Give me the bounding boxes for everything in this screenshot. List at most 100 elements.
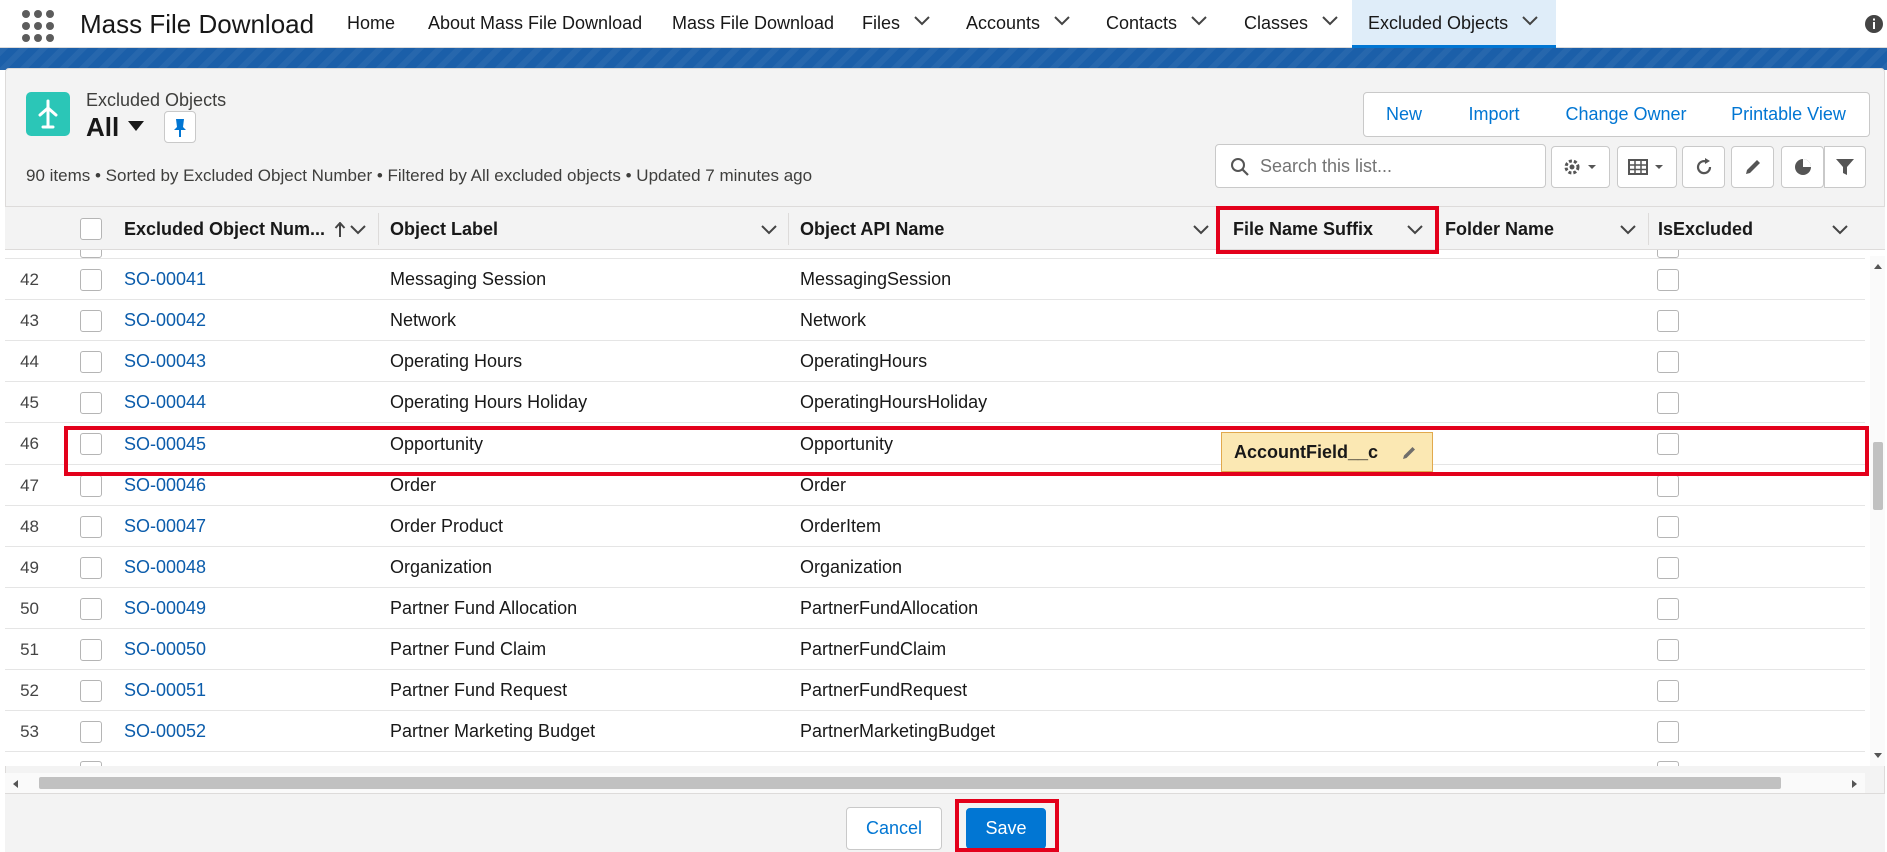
- table-row[interactable]: 44 SO-00043 Operating Hours OperatingHou…: [5, 341, 1865, 382]
- nav-files[interactable]: Files: [862, 0, 930, 48]
- table-row[interactable]: 47 SO-00046 Order Order: [5, 465, 1865, 506]
- record-link[interactable]: SO-00043: [124, 341, 206, 382]
- record-link[interactable]: SO-00044: [124, 382, 206, 423]
- table-row[interactable]: 50 SO-00049 Partner Fund Allocation Part…: [5, 588, 1865, 629]
- isexcluded-checkbox[interactable]: [1657, 433, 1679, 455]
- chevron-down-icon[interactable]: [1322, 16, 1338, 26]
- chevron-down-icon[interactable]: [1193, 225, 1209, 235]
- row-checkbox[interactable]: [80, 680, 102, 702]
- filter-button[interactable]: [1824, 146, 1866, 188]
- app-launcher-icon[interactable]: [20, 8, 54, 42]
- isexcluded-checkbox[interactable]: [1657, 475, 1679, 497]
- caret-down-icon[interactable]: [128, 121, 144, 131]
- table-row[interactable]: 45 SO-00044 Operating Hours Holiday Oper…: [5, 382, 1865, 423]
- printable-view-button[interactable]: Printable View: [1708, 92, 1870, 137]
- isexcluded-checkbox[interactable]: [1657, 269, 1679, 291]
- chevron-down-icon[interactable]: [1522, 16, 1538, 26]
- row-checkbox[interactable]: [80, 310, 102, 332]
- refresh-button[interactable]: [1682, 146, 1725, 188]
- isexcluded-checkbox[interactable]: [1657, 721, 1679, 743]
- row-checkbox[interactable]: [80, 351, 102, 373]
- chevron-down-icon[interactable]: [761, 225, 777, 235]
- isexcluded-checkbox[interactable]: [1657, 351, 1679, 373]
- scroll-down-icon[interactable]: [1873, 752, 1883, 760]
- table-row[interactable]: 42 SO-00041 Messaging Session MessagingS…: [5, 259, 1865, 300]
- chevron-down-icon[interactable]: [914, 16, 930, 26]
- list-view-name[interactable]: All: [86, 112, 119, 143]
- header-file-name-suffix[interactable]: File Name Suffix: [1233, 207, 1373, 251]
- horizontal-scroll-thumb[interactable]: [39, 777, 1781, 789]
- record-link[interactable]: SO-00052: [124, 711, 206, 752]
- table-row[interactable]: 48 SO-00047 Order Product OrderItem: [5, 506, 1865, 547]
- display-as-button[interactable]: [1617, 146, 1677, 188]
- nav-about[interactable]: About Mass File Download: [428, 0, 642, 48]
- row-checkbox[interactable]: [80, 475, 102, 497]
- table-row[interactable]: 52 SO-00051 Partner Fund Request Partner…: [5, 670, 1865, 711]
- isexcluded-checkbox[interactable]: [1657, 680, 1679, 702]
- table-row-editing[interactable]: 46 SO-00045 Opportunity Opportunity: [5, 423, 1865, 465]
- change-owner-button[interactable]: Change Owner: [1544, 92, 1709, 137]
- row-checkbox[interactable]: [80, 639, 102, 661]
- nav-accounts[interactable]: Accounts: [966, 0, 1070, 48]
- list-settings-button[interactable]: [1551, 146, 1610, 188]
- nav-excluded-objects[interactable]: Excluded Objects: [1352, 0, 1556, 48]
- file-name-suffix-edit-cell[interactable]: AccountField__c: [1221, 432, 1433, 472]
- row-checkbox[interactable]: [80, 516, 102, 538]
- nav-classes[interactable]: Classes: [1244, 0, 1338, 48]
- record-link[interactable]: SO-00051: [124, 670, 206, 711]
- edit-list-button[interactable]: [1731, 146, 1774, 188]
- sort-ascending-icon[interactable]: [334, 222, 346, 238]
- record-link[interactable]: SO-00050: [124, 629, 206, 670]
- chevron-down-icon[interactable]: [1620, 225, 1636, 235]
- row-checkbox[interactable]: [80, 433, 102, 455]
- header-isexcluded[interactable]: IsExcluded: [1658, 207, 1753, 251]
- chevron-down-icon[interactable]: [1191, 16, 1207, 26]
- vertical-scroll-thumb[interactable]: [1873, 442, 1883, 510]
- header-folder-name[interactable]: Folder Name: [1445, 207, 1554, 251]
- table-row[interactable]: 43 SO-00042 Network Network: [5, 300, 1865, 341]
- new-button[interactable]: New: [1363, 92, 1445, 137]
- list-search[interactable]: [1215, 144, 1546, 188]
- isexcluded-checkbox[interactable]: [1657, 639, 1679, 661]
- nav-contacts[interactable]: Contacts: [1106, 0, 1207, 48]
- header-object-api-name[interactable]: Object API Name: [800, 207, 944, 251]
- isexcluded-checkbox[interactable]: [1657, 598, 1679, 620]
- header-excluded-object-number[interactable]: Excluded Object Num...: [124, 207, 325, 251]
- search-input[interactable]: [1260, 145, 1540, 187]
- row-checkbox[interactable]: [80, 557, 102, 579]
- table-row[interactable]: 49 SO-00048 Organization Organization: [5, 547, 1865, 588]
- record-link[interactable]: SO-00049: [124, 588, 206, 629]
- isexcluded-checkbox[interactable]: [1657, 516, 1679, 538]
- isexcluded-checkbox[interactable]: [1657, 557, 1679, 579]
- cancel-button[interactable]: Cancel: [846, 807, 942, 850]
- vertical-scrollbar[interactable]: [1870, 256, 1885, 766]
- chevron-down-icon[interactable]: [1407, 225, 1423, 235]
- save-button[interactable]: Save: [966, 808, 1046, 849]
- nav-home[interactable]: Home: [347, 0, 395, 48]
- charts-button[interactable]: [1781, 146, 1824, 188]
- chevron-down-icon[interactable]: [1054, 16, 1070, 26]
- horizontal-scrollbar[interactable]: [5, 773, 1865, 793]
- record-link[interactable]: SO-00047: [124, 506, 206, 547]
- isexcluded-checkbox[interactable]: [1657, 392, 1679, 414]
- record-link[interactable]: SO-00046: [124, 465, 206, 506]
- record-link[interactable]: SO-00041: [124, 259, 206, 300]
- chevron-down-icon[interactable]: [1832, 225, 1848, 235]
- nav-mass-file-download[interactable]: Mass File Download: [672, 0, 834, 48]
- chevron-down-icon[interactable]: [350, 225, 366, 235]
- pencil-icon[interactable]: [1400, 444, 1418, 462]
- info-icon[interactable]: [1864, 14, 1884, 34]
- scroll-right-icon[interactable]: [1851, 779, 1859, 789]
- scroll-left-icon[interactable]: [11, 779, 19, 789]
- record-link[interactable]: SO-00042: [124, 300, 206, 341]
- table-row[interactable]: 53 SO-00052 Partner Marketing Budget Par…: [5, 711, 1865, 752]
- import-button[interactable]: Import: [1444, 92, 1545, 137]
- pin-button[interactable]: [164, 111, 196, 143]
- isexcluded-checkbox[interactable]: [1657, 310, 1679, 332]
- row-checkbox[interactable]: [80, 598, 102, 620]
- select-all-checkbox[interactable]: [80, 218, 102, 240]
- record-link[interactable]: SO-00048: [124, 547, 206, 588]
- row-checkbox[interactable]: [80, 721, 102, 743]
- row-checkbox[interactable]: [80, 269, 102, 291]
- table-row[interactable]: 51 SO-00050 Partner Fund Claim PartnerFu…: [5, 629, 1865, 670]
